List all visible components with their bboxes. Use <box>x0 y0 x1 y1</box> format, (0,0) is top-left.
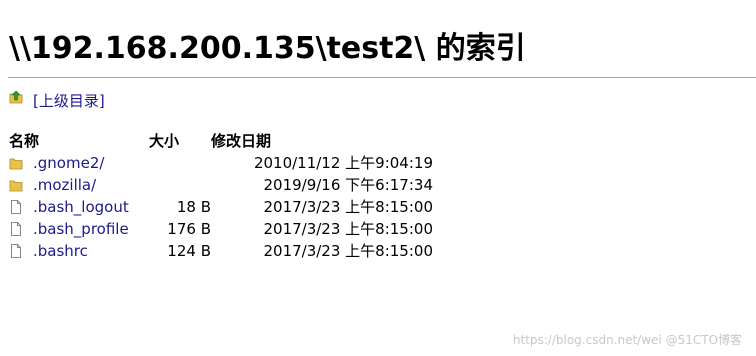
name-cell: .bashrc <box>9 240 149 262</box>
name-cell: .mozilla/ <box>9 174 149 196</box>
folder-icon <box>9 154 23 170</box>
size-cell: 176 B <box>167 220 211 238</box>
modified-cell: 2017/3/23 上午8:15:00 <box>263 220 433 238</box>
table-row: .mozilla/ 2019/9/16 下午6:17:34 <box>9 174 433 196</box>
modified-cell: 2017/3/23 上午8:15:00 <box>263 242 433 260</box>
file-icon <box>9 220 23 236</box>
size-cell <box>149 152 211 174</box>
name-cell: .bash_logout <box>9 196 149 218</box>
table-row: .bash_logout 18 B 2017/3/23 上午8:15:00 <box>9 196 433 218</box>
file-icon <box>9 242 23 258</box>
table-row: .bash_profile 176 B 2017/3/23 上午8:15:00 <box>9 218 433 240</box>
modified-cell: 2010/11/12 上午9:04:19 <box>253 154 433 172</box>
column-header-modified[interactable]: 修改日期 <box>211 130 433 152</box>
entry-link[interactable]: .bash_profile <box>33 220 129 238</box>
name-cell: .bash_profile <box>9 218 149 240</box>
column-header-name[interactable]: 名称 <box>9 130 149 152</box>
page-title: \\192.168.200.135\test2\ 的索引 <box>9 31 526 66</box>
title-divider <box>8 77 756 78</box>
watermark: https://blog.csdn.net/wei @51CTO博客 <box>512 333 742 347</box>
size-cell: 124 B <box>167 242 211 260</box>
directory-listing-table: 名称 大小 修改日期 .gnome2/ 2010/11/12 上午9:04:19… <box>9 130 433 262</box>
size-cell <box>149 174 211 196</box>
folder-icon <box>9 176 23 192</box>
size-cell: 18 B <box>176 198 211 216</box>
entry-link[interactable]: .bash_logout <box>33 198 129 216</box>
entry-link[interactable]: .gnome2/ <box>33 154 104 172</box>
table-row: .gnome2/ 2010/11/12 上午9:04:19 <box>9 152 433 174</box>
table-header-row: 名称 大小 修改日期 <box>9 130 433 152</box>
modified-cell: 2017/3/23 上午8:15:00 <box>263 198 433 216</box>
entry-link[interactable]: .bashrc <box>33 242 88 260</box>
folder-up-icon <box>9 89 23 104</box>
file-icon <box>9 198 23 214</box>
modified-cell: 2019/9/16 下午6:17:34 <box>263 176 433 194</box>
entry-link[interactable]: .mozilla/ <box>33 176 96 194</box>
name-cell: .gnome2/ <box>9 152 149 174</box>
column-header-size[interactable]: 大小 <box>149 130 211 152</box>
parent-directory-link[interactable]: [上级目录] <box>33 91 105 111</box>
table-row: .bashrc 124 B 2017/3/23 上午8:15:00 <box>9 240 433 262</box>
